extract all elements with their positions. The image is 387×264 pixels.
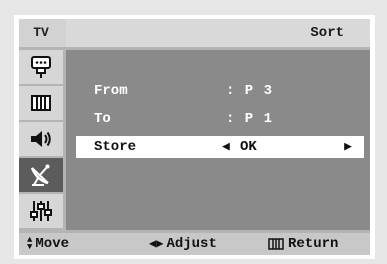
- page-title: Sort: [310, 25, 344, 41]
- right-arrow-icon[interactable]: ▶: [344, 136, 352, 158]
- menu-icon: [268, 238, 284, 250]
- store-value: OK: [240, 139, 257, 155]
- return-label: Return: [288, 236, 339, 252]
- store-label: Store: [94, 139, 137, 155]
- menu-content: From : P 3 To : P 1 Store ◀ OK ▶: [66, 50, 370, 230]
- up-down-arrow-icon: ▲ ▼: [27, 235, 33, 252]
- to-label: To: [94, 111, 111, 127]
- move-label: Move: [35, 236, 70, 252]
- left-arrow-icon[interactable]: ◀: [222, 136, 230, 158]
- title-area: Sort: [66, 19, 370, 47]
- menu-row-store[interactable]: Store ◀ OK ▶: [76, 136, 364, 158]
- to-value: : P 1: [226, 111, 274, 127]
- sidebar-item-channel[interactable]: [19, 158, 63, 192]
- from-value: : P 3: [226, 83, 274, 99]
- input-icon: [31, 56, 51, 78]
- sidebar: [19, 50, 63, 230]
- osd-frame: TV Sort From: P 3 To: P 1 Store ◀ OK ▶…: [14, 15, 375, 259]
- return-hint: Return: [268, 233, 338, 255]
- adjust-hint: ◀▶ Adjust: [149, 233, 217, 255]
- menu-row-from[interactable]: From : P 3: [76, 80, 364, 102]
- source-label: TV: [19, 19, 63, 47]
- osd-menu: TV Sort From: P 3 To: P 1 Store ◀ OK ▶…: [19, 19, 370, 255]
- sidebar-item-picture[interactable]: [19, 86, 63, 120]
- setup-icon: [30, 201, 52, 221]
- adjust-label: Adjust: [166, 236, 217, 252]
- from-label: From: [94, 83, 128, 99]
- left-right-arrow-icon: ◀▶: [149, 237, 164, 251]
- move-hint: ▲ ▼ Move: [27, 233, 69, 255]
- title-bar: TV Sort: [19, 19, 370, 47]
- menu-row-to[interactable]: To : P 1: [76, 108, 364, 130]
- sound-icon: [31, 131, 51, 147]
- sidebar-item-setup[interactable]: [19, 194, 63, 228]
- channel-icon: [30, 164, 50, 186]
- sidebar-item-sound[interactable]: [19, 122, 63, 156]
- sidebar-item-input[interactable]: [19, 50, 63, 84]
- picture-icon: [31, 95, 51, 111]
- footer-hints: ▲ ▼ Move ◀▶ Adjust Return: [19, 233, 370, 255]
